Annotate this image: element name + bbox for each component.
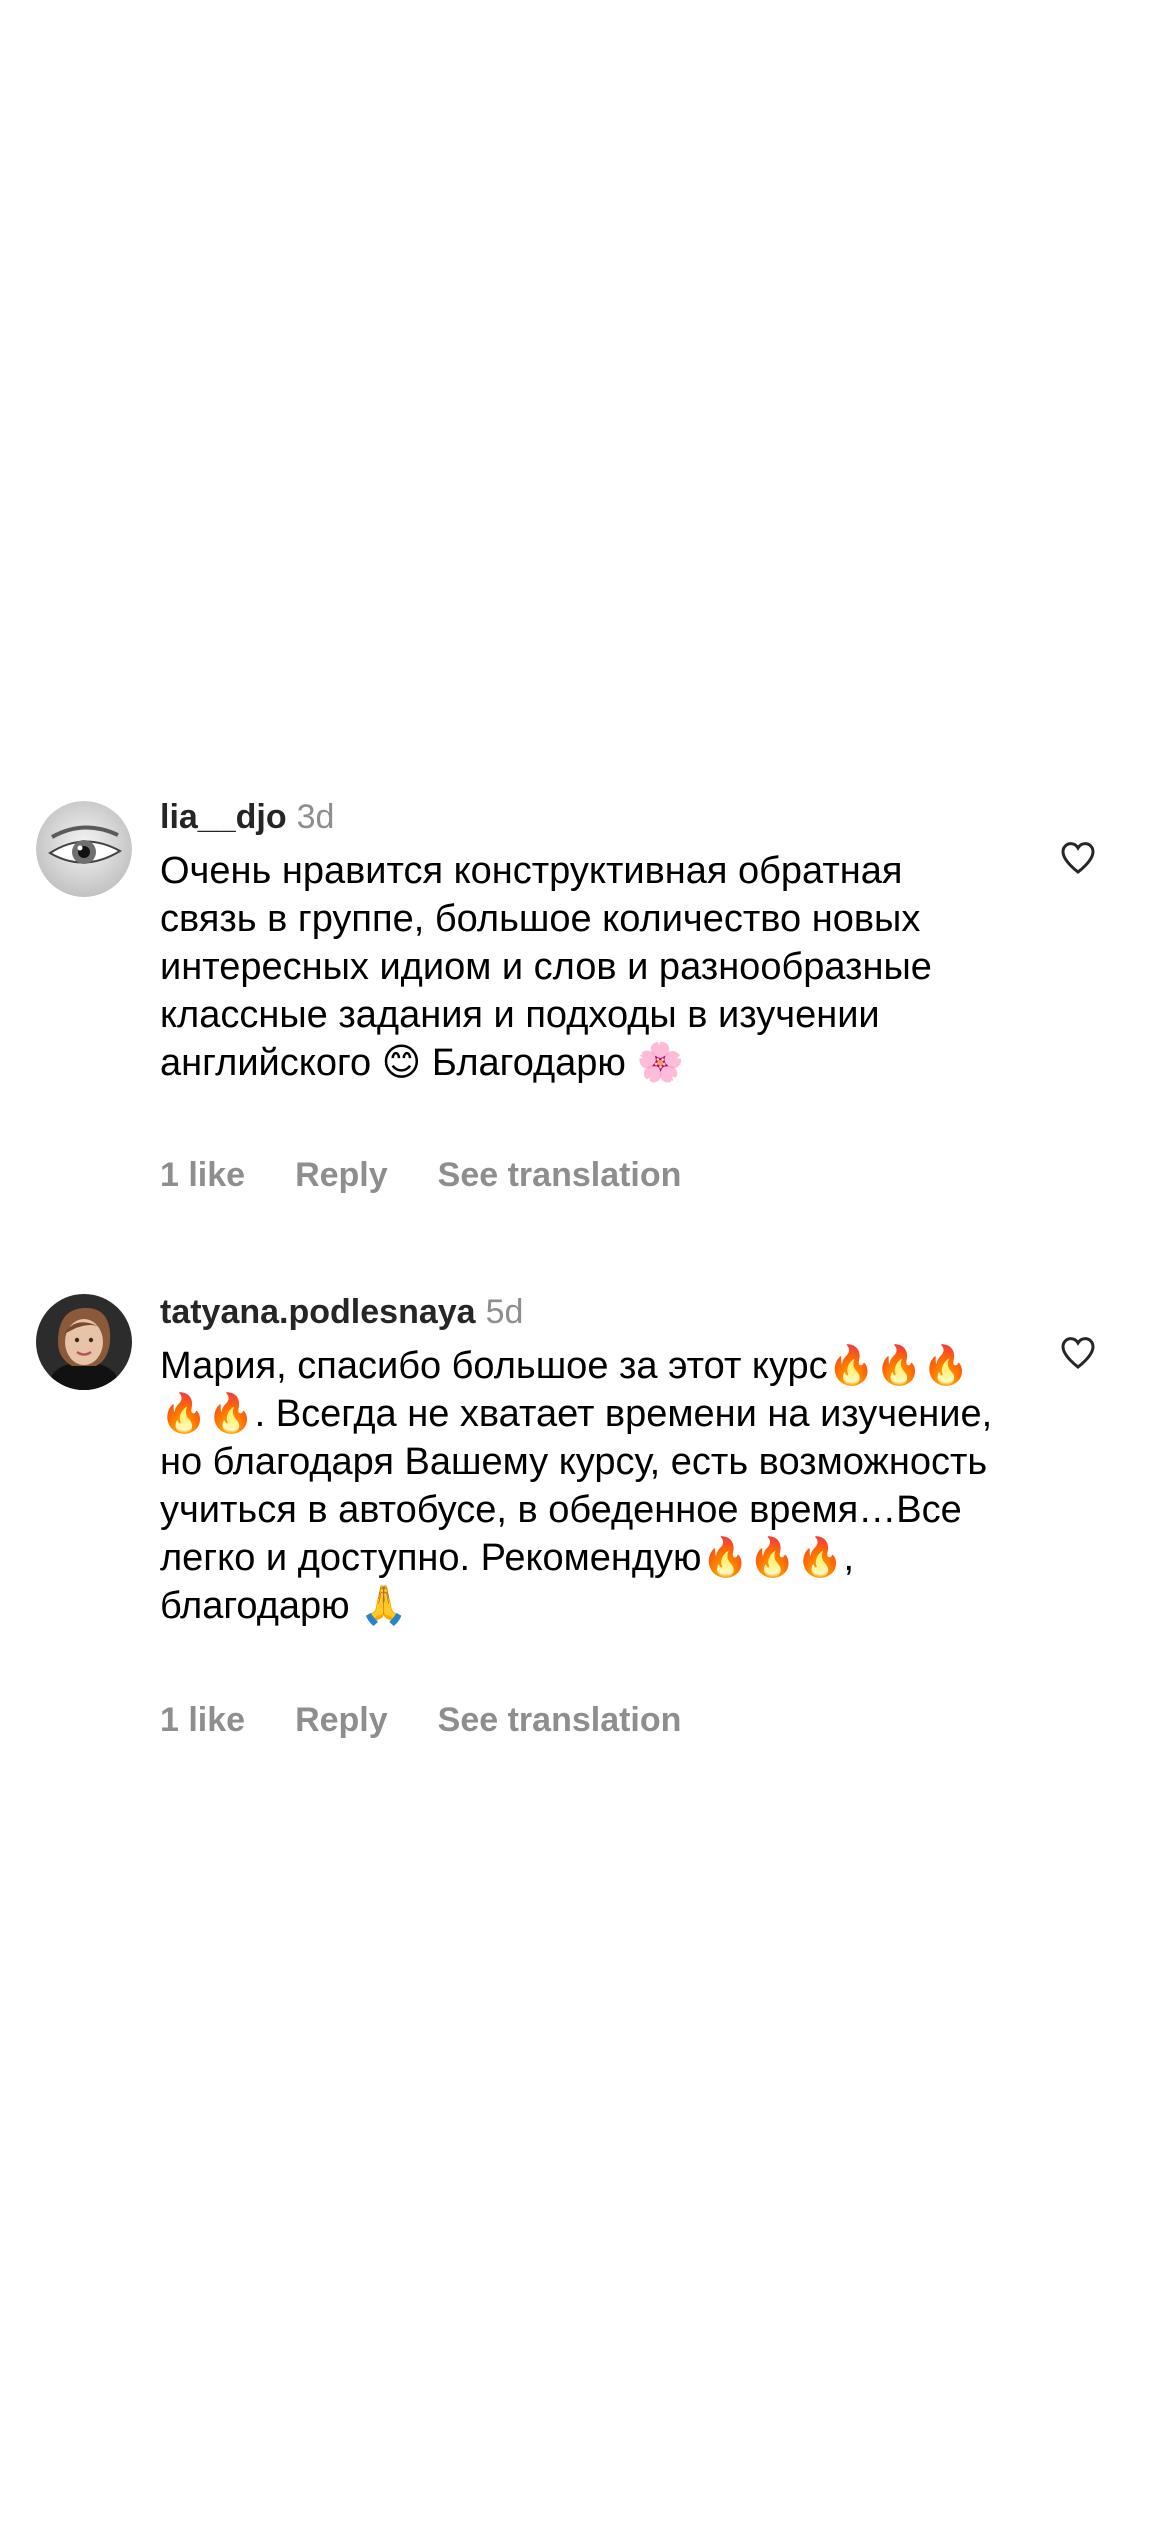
avatar[interactable] bbox=[36, 1294, 132, 1390]
reply-button[interactable]: Reply bbox=[295, 1698, 388, 1742]
like-count[interactable]: 1 like bbox=[160, 1698, 245, 1742]
heart-outline-icon[interactable] bbox=[1058, 1332, 1098, 1372]
see-translation-button[interactable]: See translation bbox=[438, 1153, 682, 1197]
username[interactable]: tatyana.podlesnaya bbox=[160, 1293, 476, 1331]
comment-text: Мария, спасибо большое за этот курс🔥🔥🔥🔥🔥… bbox=[160, 1345, 993, 1627]
comment-time: 5d bbox=[485, 1293, 524, 1331]
comment-content: lia__djo 3d Очень нравится конструктивная… bbox=[160, 795, 1000, 1087]
username[interactable]: lia__djo bbox=[160, 798, 287, 836]
comment-time: 3d bbox=[296, 798, 335, 836]
comment-actions: 1 like Reply See translation bbox=[160, 1153, 681, 1197]
comment-actions: 1 like Reply See translation bbox=[160, 1698, 681, 1742]
reply-button[interactable]: Reply bbox=[295, 1153, 388, 1197]
like-count[interactable]: 1 like bbox=[160, 1153, 245, 1197]
comment-header: lia__djo 3d bbox=[160, 795, 1000, 839]
heart-outline-icon[interactable] bbox=[1058, 837, 1098, 877]
comment-content: tatyana.podlesnaya 5d Мария, спасибо боль… bbox=[160, 1290, 1000, 1630]
avatar[interactable] bbox=[36, 801, 132, 897]
comment-header: tatyana.podlesnaya 5d bbox=[160, 1290, 1000, 1334]
see-translation-button[interactable]: See translation bbox=[438, 1698, 682, 1742]
profile-photo-avatar-icon bbox=[36, 1294, 132, 1390]
eye-avatar-icon bbox=[36, 801, 132, 897]
comment-text: Очень нравится конструктивная обратная с… bbox=[160, 850, 932, 1084]
